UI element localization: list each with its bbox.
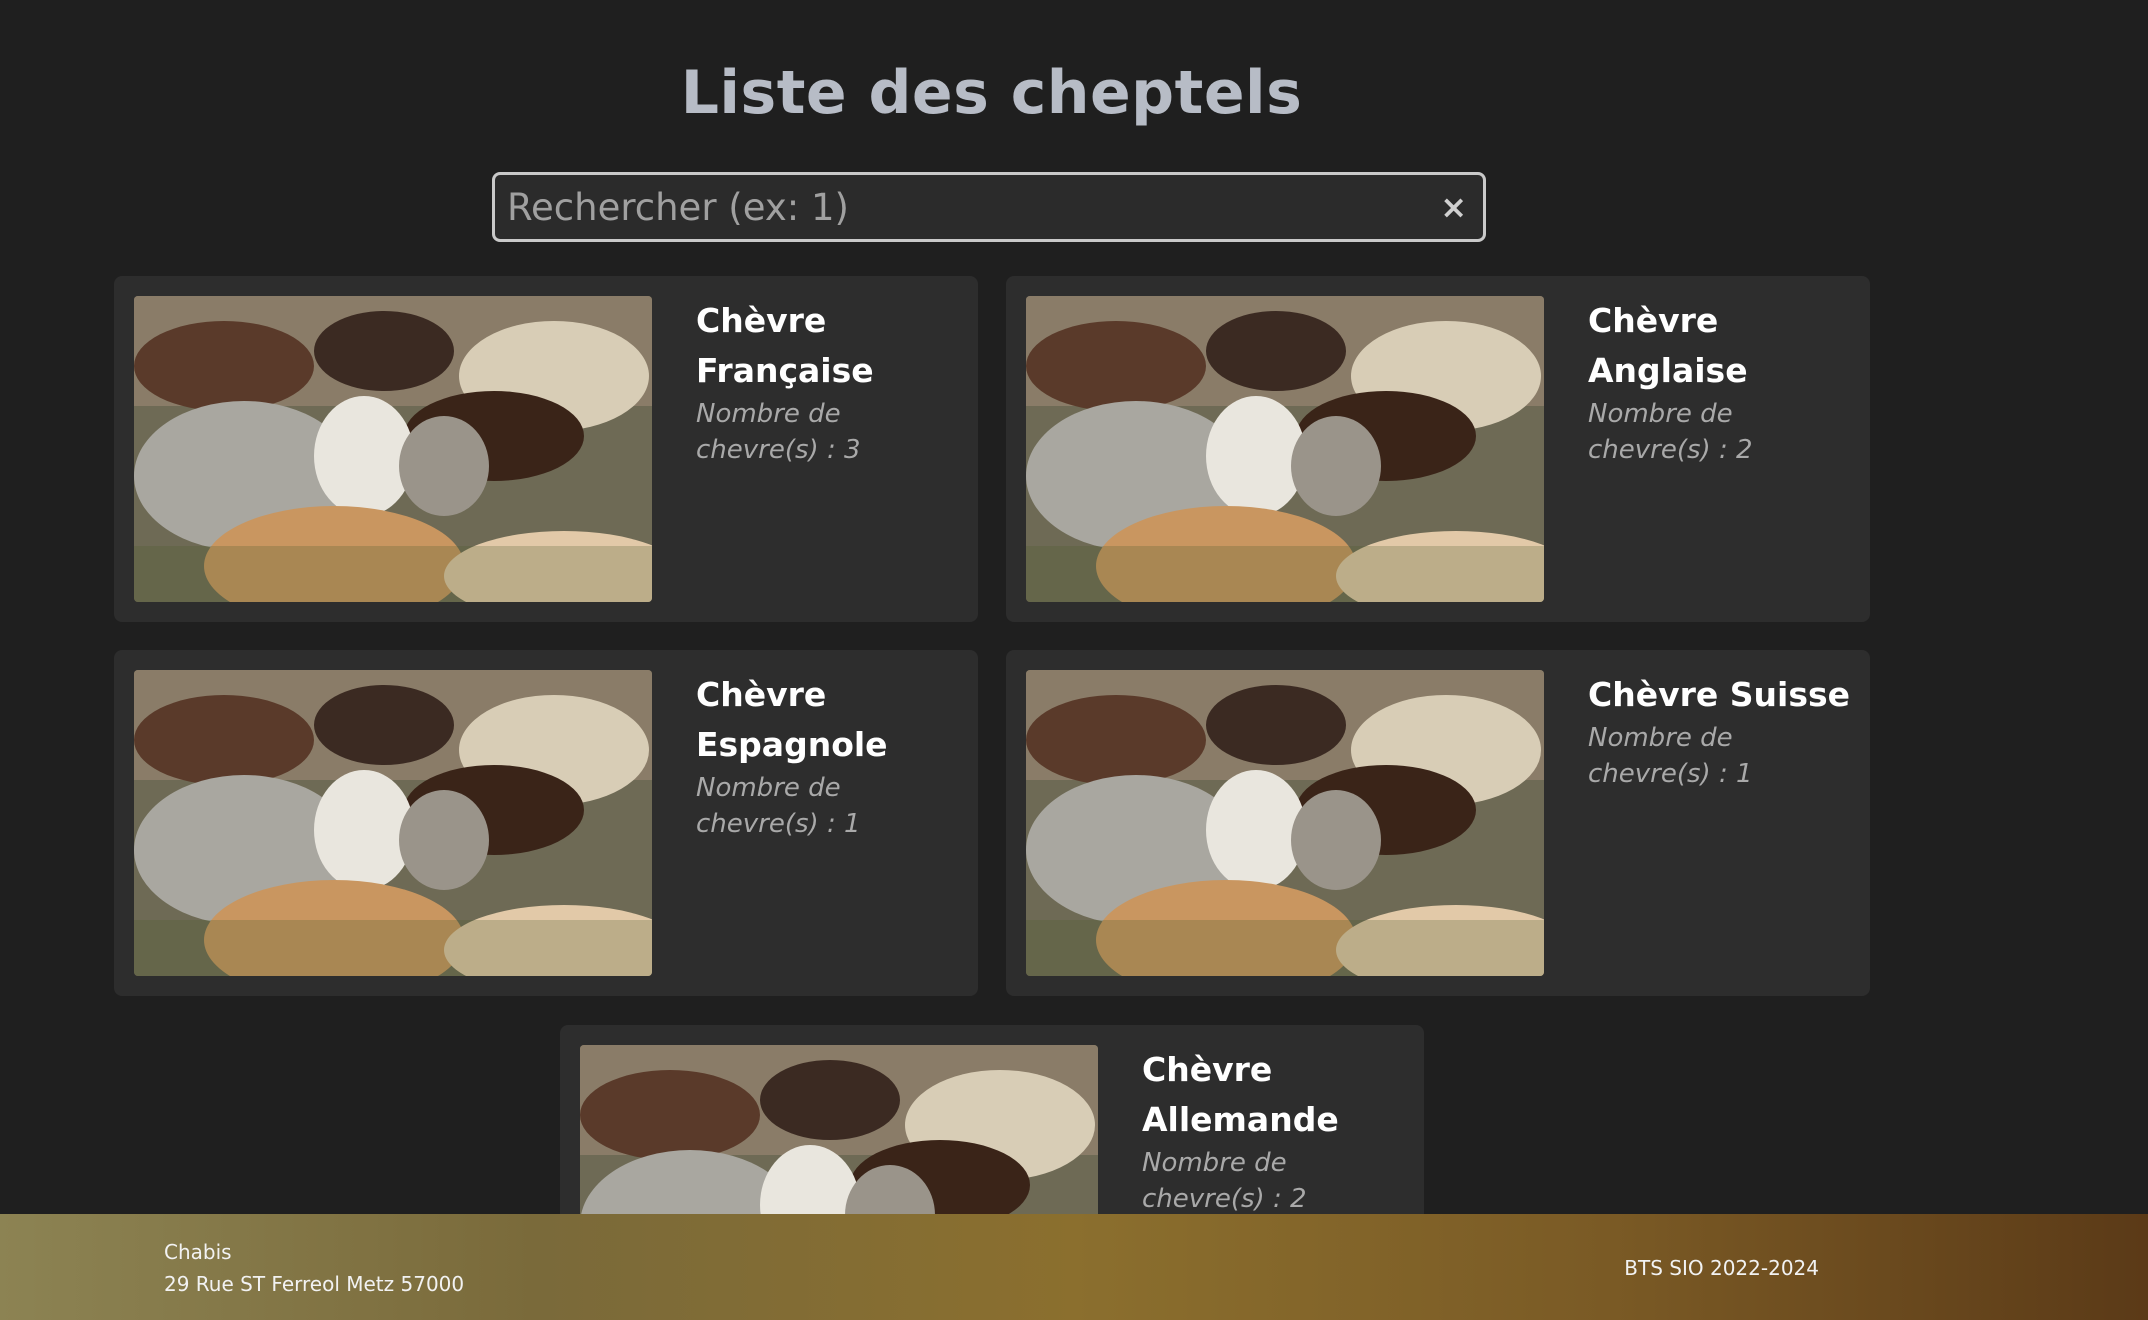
cheptel-info: Chèvre Espagnole Nombre de chevre(s) : 1: [696, 670, 966, 842]
search-input[interactable]: [495, 175, 1427, 239]
cheptel-count: Nombre de chevre(s) : 1: [696, 773, 861, 839]
page-title: Liste des cheptels: [680, 58, 1303, 128]
cheptel-count: Nombre de chevre(s) : 2: [1142, 1148, 1307, 1214]
cheptel-info: Chèvre Française Nombre de chevre(s) : 3: [696, 296, 966, 468]
footer-address: 29 Rue ST Ferreol Metz 57000: [164, 1272, 465, 1296]
cheptel-count: Nombre de chevre(s) : 1: [1588, 723, 1753, 789]
goat-herd-image: [1026, 670, 1544, 976]
cheptel-info: Chèvre Suisse Nombre de chevre(s) : 1: [1588, 670, 1858, 792]
footer-credits: BTS SIO 2022-2024: [1624, 1256, 1819, 1280]
cheptel-count: Nombre de chevre(s) : 2: [1588, 399, 1753, 465]
footer-company: Chabis: [164, 1240, 232, 1264]
cheptel-card[interactable]: Chèvre Française Nombre de chevre(s) : 3: [114, 276, 978, 622]
cheptel-card[interactable]: Chèvre Espagnole Nombre de chevre(s) : 1: [114, 650, 978, 996]
cheptel-name: Chèvre Française: [696, 301, 874, 390]
close-icon[interactable]: ×: [1440, 175, 1467, 239]
cheptel-card[interactable]: Chèvre Anglaise Nombre de chevre(s) : 2: [1006, 276, 1870, 622]
cheptel-name: Chèvre Allemande: [1142, 1050, 1339, 1139]
page: Liste des cheptels × Chèvre França: [0, 0, 2148, 1320]
goat-herd-image: [1026, 296, 1544, 602]
cheptel-count: Nombre de chevre(s) : 3: [696, 399, 861, 465]
cheptel-info: Chèvre Allemande Nombre de chevre(s) : 2: [1142, 1045, 1412, 1217]
cheptel-card[interactable]: Chèvre Suisse Nombre de chevre(s) : 1: [1006, 650, 1870, 996]
cheptel-name: Chèvre Espagnole: [696, 675, 888, 764]
cheptel-name: Chèvre Suisse: [1588, 675, 1850, 714]
cheptel-name: Chèvre Anglaise: [1588, 301, 1748, 390]
goat-herd-image: [134, 296, 652, 602]
goat-herd-image: [134, 670, 652, 976]
footer: Chabis 29 Rue ST Ferreol Metz 57000 BTS …: [0, 1214, 2148, 1320]
footer-contact: Chabis 29 Rue ST Ferreol Metz 57000: [164, 1236, 464, 1300]
search-box: ×: [492, 172, 1486, 242]
cheptel-info: Chèvre Anglaise Nombre de chevre(s) : 2: [1588, 296, 1858, 468]
